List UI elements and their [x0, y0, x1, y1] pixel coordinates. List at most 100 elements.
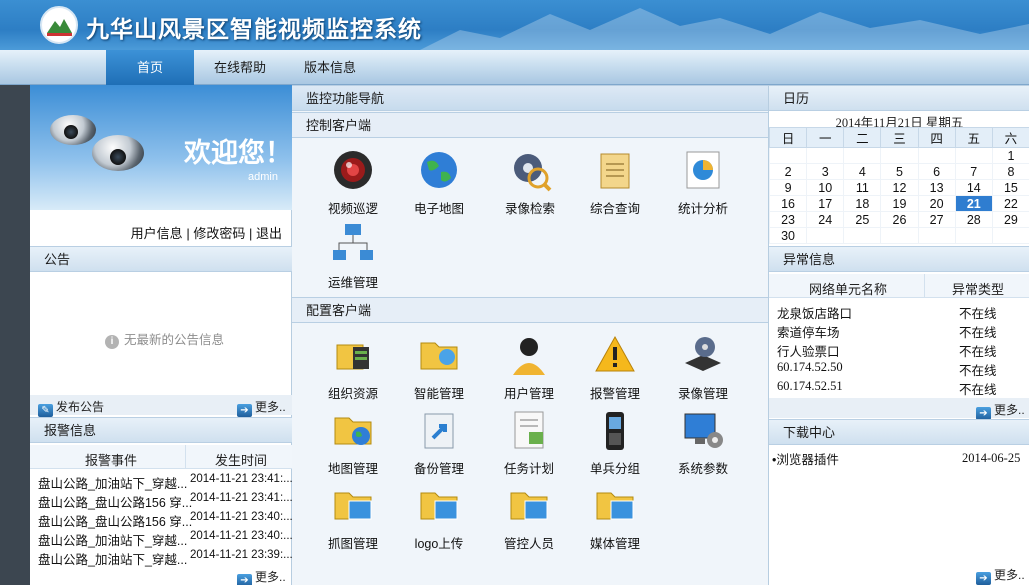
tile-label: 地图管理: [327, 462, 378, 476]
control-staff-tile[interactable]: 管控人员: [486, 483, 572, 552]
download-name: 浏览器插件: [776, 453, 839, 467]
nav-version[interactable]: 版本信息: [290, 50, 370, 85]
calendar-day[interactable]: 3: [806, 163, 845, 180]
alarm-more-link[interactable]: ➔ 更多..: [237, 568, 286, 585]
backup-manage-tile[interactable]: 备份管理: [396, 408, 482, 477]
calendar-day[interactable]: 18: [843, 195, 882, 212]
main-nav: 首页 在线帮助 版本信息: [0, 50, 1029, 85]
user-info-link[interactable]: 用户信息: [131, 226, 183, 241]
alarm-time: 2014-11-21 23:40:...: [190, 530, 292, 542]
column-header: 发生时间: [215, 453, 268, 468]
app-title: 九华山风景区智能视频监控系统: [86, 17, 422, 42]
logo-upload-tile[interactable]: logo上传: [396, 483, 482, 552]
ops-tile[interactable]: 运维管理: [310, 222, 396, 291]
weekday-header: 二: [843, 127, 882, 148]
calendar-day[interactable]: 13: [917, 179, 956, 196]
calendar-day[interactable]: 28: [954, 211, 993, 228]
smart-manage-tile[interactable]: 智能管理: [396, 333, 482, 402]
tile-label: 智能管理: [413, 387, 464, 401]
download-more-label: 更多..: [994, 568, 1025, 582]
video-patrol-tile[interactable]: 视频巡逻: [310, 148, 396, 217]
change-password-link[interactable]: 修改密码: [193, 226, 245, 241]
calendar-day[interactable]: 5: [880, 163, 919, 180]
welcome-banner: 欢迎您！ admin: [30, 85, 292, 210]
soldier-group-tile[interactable]: 单兵分组: [572, 408, 658, 477]
calendar-day[interactable]: 27: [917, 211, 956, 228]
notice-more-label: 更多..: [255, 400, 286, 414]
alarm-time: 2014-11-21 23:39:...: [190, 549, 292, 561]
calendar-day[interactable]: 17: [806, 195, 845, 212]
task-plan-tile[interactable]: 任务计划: [486, 408, 572, 477]
system-param-tile[interactable]: 系统参数: [660, 408, 746, 477]
calendar-day[interactable]: 26: [880, 211, 919, 228]
network-icon: [333, 224, 373, 260]
calendar-day[interactable]: 16: [768, 195, 808, 212]
table-row[interactable]: 60.174.52.51 不在线: [777, 379, 997, 397]
alarm-manage-tile[interactable]: 报警管理: [572, 333, 658, 402]
org-resource-tile[interactable]: 组织资源: [310, 333, 396, 402]
unit-name: 索道停车场: [777, 326, 840, 340]
calendar-day[interactable]: 24: [806, 211, 845, 228]
tile-label: 录像检索: [504, 202, 555, 216]
calendar-day[interactable]: 8: [991, 163, 1029, 180]
table-row[interactable]: 盘山公路_盘山公路156 穿... 2014-11-21 23:40:...: [38, 511, 292, 530]
calendar-day[interactable]: 6: [917, 163, 956, 180]
arrow-right-icon: ➔: [976, 572, 991, 585]
calendar-day: [843, 147, 882, 164]
tile-label: 管控人员: [503, 537, 554, 551]
record-manage-tile[interactable]: 录像管理: [660, 333, 746, 402]
calendar-day[interactable]: 14: [954, 179, 993, 196]
user-manage-tile[interactable]: 用户管理: [486, 333, 572, 402]
video-search-tile[interactable]: 录像检索: [487, 148, 573, 217]
nav-home[interactable]: 首页: [106, 50, 194, 85]
calendar-day[interactable]: 25: [843, 211, 882, 228]
edit-icon: ✎: [38, 404, 53, 417]
media-manage-tile[interactable]: 媒体管理: [572, 483, 658, 552]
separator: |: [186, 226, 190, 241]
calendar-day[interactable]: 20: [917, 195, 956, 212]
calendar-day[interactable]: 22: [991, 195, 1029, 212]
calendar-day[interactable]: 15: [991, 179, 1029, 196]
table-row[interactable]: 盘山公路_加油站下_穿越... 2014-11-21 23:40:...: [38, 530, 292, 549]
calendar-day[interactable]: 29: [991, 211, 1029, 228]
calendar-day[interactable]: 10: [806, 179, 845, 196]
publish-notice-button[interactable]: ✎ 发布公告: [38, 398, 104, 417]
e-map-tile[interactable]: 电子地图: [396, 148, 482, 217]
calendar-day[interactable]: 9: [768, 179, 808, 196]
table-row[interactable]: 龙泉饭店路口 不在线: [777, 303, 997, 322]
table-row[interactable]: 索道停车场 不在线: [777, 322, 997, 341]
calendar-day[interactable]: 30: [768, 227, 808, 244]
calendar-day[interactable]: 1: [991, 147, 1029, 164]
list-item[interactable]: •浏览器插件 2014-06-25: [772, 449, 1020, 468]
calendar-day[interactable]: 19: [880, 195, 919, 212]
calendar-day[interactable]: 4: [843, 163, 882, 180]
general-query-tile[interactable]: 综合查询: [572, 148, 658, 217]
alarm-event: 盘山公路_加油站下_穿越...: [38, 534, 188, 548]
calendar-day[interactable]: 7: [954, 163, 993, 180]
nav-help[interactable]: 在线帮助: [200, 50, 280, 85]
table-row[interactable]: 60.174.52.50 不在线: [777, 360, 997, 378]
map-manage-tile[interactable]: 地图管理: [310, 408, 396, 477]
calendar-day: [768, 147, 808, 164]
notice-more-link[interactable]: ➔ 更多..: [237, 398, 286, 417]
abnormal-more-link[interactable]: ➔ 更多..: [976, 401, 1025, 420]
app-header: 九华山风景区智能视频监控系统: [0, 0, 1029, 50]
table-row[interactable]: 行人验票口 不在线: [777, 341, 997, 360]
table-row[interactable]: 盘山公路_加油站下_穿越... 2014-11-21 23:39:...: [38, 549, 292, 568]
calendar-day[interactable]: 2: [768, 163, 808, 180]
table-row[interactable]: 盘山公路_加油站下_穿越... 2014-11-21 23:41:...: [38, 473, 292, 492]
abnormal-type: 不在线: [959, 307, 997, 321]
dome-camera-icon: [92, 135, 144, 171]
snapshot-manage-tile[interactable]: 抓图管理: [310, 483, 396, 552]
config-client-header: 配置客户端: [292, 297, 768, 323]
download-more-link[interactable]: ➔ 更多..: [976, 566, 1025, 585]
calendar-day[interactable]: 12: [880, 179, 919, 196]
calendar-day[interactable]: 11: [843, 179, 882, 196]
table-row[interactable]: 盘山公路_盘山公路156 穿... 2014-11-21 23:41:...: [38, 492, 292, 511]
notepad-icon: [600, 153, 630, 189]
statistics-tile[interactable]: 统计分析: [660, 148, 746, 217]
logout-link[interactable]: 退出: [256, 226, 282, 241]
calendar-day[interactable]: 21: [954, 195, 993, 212]
notice-empty: i 无最新的公告信息: [105, 329, 224, 349]
calendar-day[interactable]: 23: [768, 211, 808, 228]
